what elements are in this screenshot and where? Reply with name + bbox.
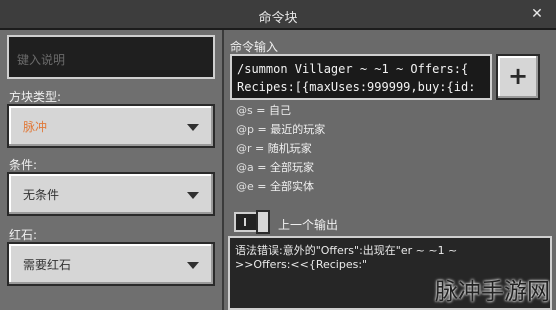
block-type-value: 脉冲 <box>23 120 48 134</box>
selector-help-item: @a = 全部玩家 <box>236 161 314 174</box>
close-icon: ✕ <box>531 6 543 22</box>
description-placeholder: 键入说明 <box>17 53 66 67</box>
previous-output-toggle[interactable] <box>234 210 270 234</box>
chevron-down-icon <box>187 124 199 131</box>
selector-help-item: @s = 自己 <box>236 104 291 117</box>
close-button[interactable]: ✕ <box>528 5 546 23</box>
command-text-line-2: Recipes:[{maxUses:999999,buy:{id: <box>237 80 476 94</box>
output-text-line-1: 语法错误:意外的"Offers":出现在"er ~ ~1 ~ <box>235 244 458 257</box>
toggle-knob[interactable] <box>256 210 270 234</box>
site-watermark: 脉冲手游网 <box>435 279 550 305</box>
condition-dropdown[interactable]: 无条件 <box>7 172 215 216</box>
block-type-label: 方块类型: <box>9 90 62 104</box>
previous-output-label: 上一个输出 <box>278 218 339 232</box>
chevron-down-icon <box>187 262 199 269</box>
title-bar: 命令块 ✕ <box>0 0 556 30</box>
selector-help-item: @r = 随机玩家 <box>236 142 312 155</box>
left-panel: 键入说明 方块类型: 脉冲 条件: 无条件 红石: 需要红石 <box>0 30 224 310</box>
add-button[interactable]: + <box>496 54 540 100</box>
selector-help-item: @e = 全部实体 <box>236 180 314 193</box>
description-input[interactable]: 键入说明 <box>7 35 215 79</box>
condition-value: 无条件 <box>23 188 60 202</box>
condition-label: 条件: <box>9 158 38 172</box>
redstone-value: 需要红石 <box>23 258 72 272</box>
redstone-dropdown[interactable]: 需要红石 <box>7 242 215 286</box>
output-text-line-2: >>Offers:<<{Recipes:" <box>235 258 368 271</box>
chevron-down-icon <box>187 192 199 199</box>
selector-help-item: @p = 最近的玩家 <box>236 123 326 136</box>
block-type-dropdown[interactable]: 脉冲 <box>7 104 215 148</box>
command-input-label: 命令输入 <box>230 40 279 54</box>
window-title: 命令块 <box>258 11 298 26</box>
plus-icon: + <box>507 62 529 90</box>
command-input[interactable]: /summon Villager ~ ~1 ~ Offers:{ Recipes… <box>230 54 492 100</box>
command-text-line-1: /summon Villager ~ ~1 ~ Offers:{ <box>237 62 469 76</box>
toggle-off-mark <box>244 218 246 226</box>
redstone-label: 红石: <box>9 228 38 242</box>
right-panel: 命令输入 /summon Villager ~ ~1 ~ Offers:{ Re… <box>224 30 556 310</box>
command-block-window: 命令块 ✕ 键入说明 方块类型: 脉冲 条件: 无条件 红石: 需要红石 命令输… <box>0 0 556 310</box>
